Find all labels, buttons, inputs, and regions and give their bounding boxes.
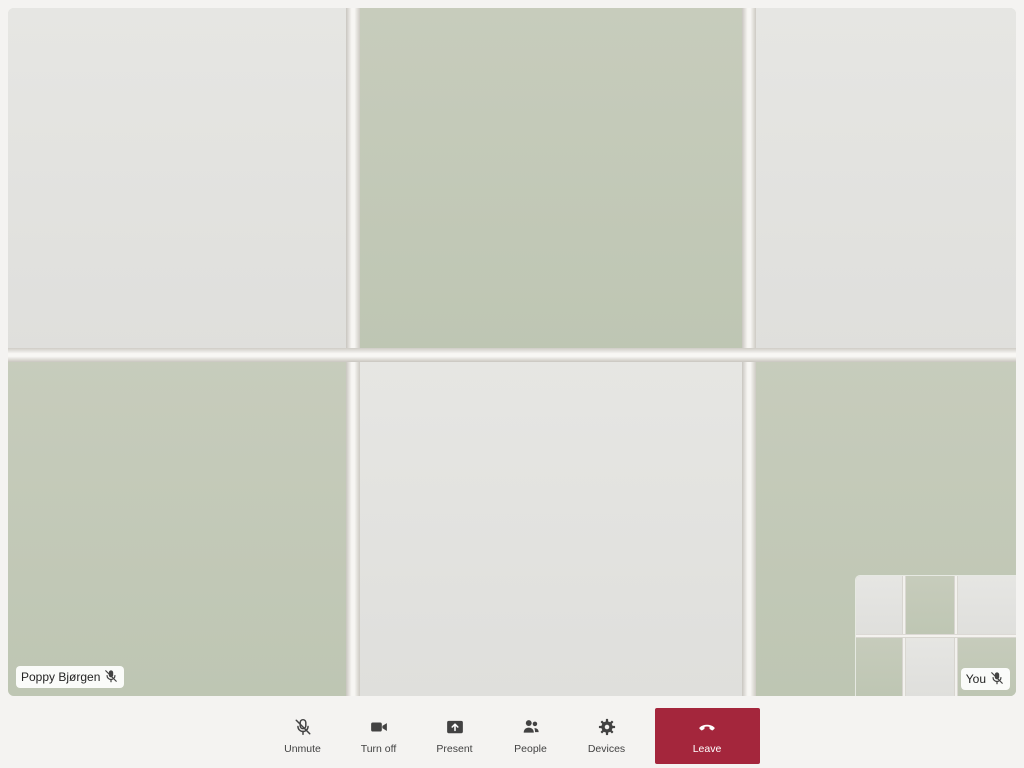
- gear-icon: [598, 718, 616, 739]
- camera-toggle-label: Turn off: [360, 742, 397, 755]
- mic-off-icon: [104, 669, 118, 686]
- meeting-window: Poppy Bjørgen You Unmute Turn off Presen…: [0, 0, 1024, 768]
- video-frame-region: [744, 8, 1016, 354]
- present-label: Present: [436, 742, 473, 755]
- video-frame-region: [856, 576, 904, 636]
- unmute-label: Unmute: [284, 742, 321, 755]
- unmute-button[interactable]: Unmute: [265, 708, 341, 764]
- video-frame-region: [8, 354, 352, 696]
- self-label-text: You: [965, 672, 986, 686]
- devices-label: Devices: [587, 742, 626, 755]
- people-button[interactable]: People: [493, 708, 569, 764]
- video-frame-region: [8, 8, 352, 354]
- leave-button[interactable]: Leave: [654, 708, 760, 764]
- self-view-label: You: [960, 668, 1010, 690]
- people-label: People: [514, 742, 547, 755]
- camera-toggle-button[interactable]: Turn off: [341, 708, 417, 764]
- video-frame-region: [856, 636, 904, 696]
- self-view-preview[interactable]: You: [856, 576, 1016, 696]
- hang-up-icon: [698, 718, 716, 739]
- video-camera-icon: [370, 718, 388, 739]
- leave-label: Leave: [692, 742, 722, 755]
- video-frame-line: [8, 348, 1016, 362]
- call-controls-bar: Unmute Turn off Present People Devices L…: [0, 704, 1024, 768]
- video-frame-region: [352, 354, 744, 696]
- video-frame-region: [904, 636, 956, 696]
- mic-off-icon: [990, 671, 1004, 688]
- video-frame-region: [956, 576, 1016, 636]
- participant-name-label: Poppy Bjørgen: [16, 666, 125, 688]
- present-button[interactable]: Present: [417, 708, 493, 764]
- video-frame-region: [904, 576, 956, 636]
- devices-button[interactable]: Devices: [569, 708, 645, 764]
- participant-name: Poppy Bjørgen: [21, 670, 101, 684]
- main-video-stage: Poppy Bjørgen You: [8, 8, 1016, 696]
- present-screen-icon: [446, 718, 464, 739]
- people-icon: [522, 718, 540, 739]
- mic-off-icon: [294, 718, 312, 739]
- video-frame-region: [352, 8, 744, 354]
- video-frame-line: [856, 634, 1016, 638]
